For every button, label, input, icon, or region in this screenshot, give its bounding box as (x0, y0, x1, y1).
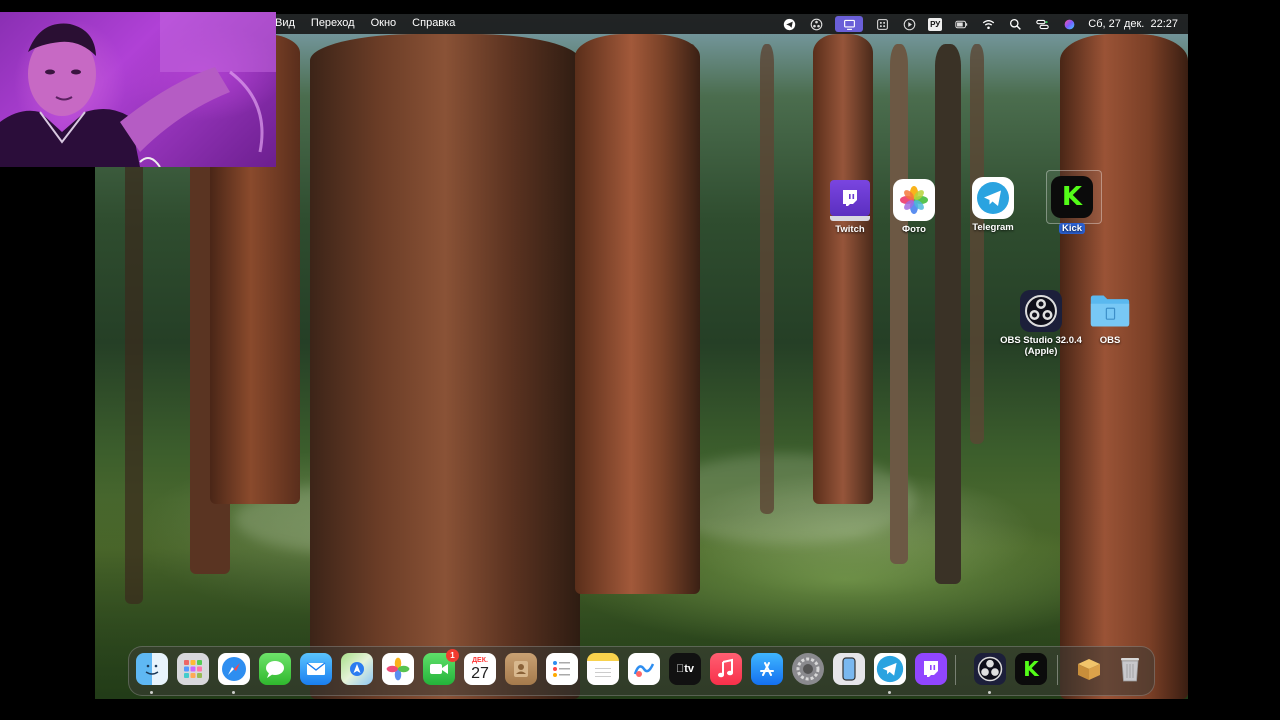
twitch-icon[interactable] (915, 653, 947, 685)
notes-icon[interactable] (587, 653, 619, 685)
desktop-icon-kick[interactable]: K Kick (1037, 176, 1107, 236)
desktop-icon-photos[interactable]: Фото (879, 179, 949, 235)
kick-icon[interactable]: K (1015, 653, 1047, 685)
battery-icon[interactable] (953, 16, 969, 32)
siri-icon[interactable] (1061, 16, 1077, 32)
menu-view[interactable]: Вид (275, 17, 295, 29)
twitch-icon (830, 180, 870, 216)
tv-icon[interactable]: tv (669, 653, 701, 685)
iphone-mirroring-icon[interactable] (833, 653, 865, 685)
freeform-icon[interactable] (628, 653, 660, 685)
dock: 1 ДЕК. 27 tv (128, 646, 1155, 696)
telegram-icon[interactable] (874, 653, 906, 685)
desktop-icon-twitch[interactable]: Twitch (815, 180, 885, 235)
desktop-icon-label: Kick (1058, 223, 1086, 234)
status-area: РУ Сб, 27 дек. 22:27 (781, 16, 1178, 32)
streamer-camera-image (0, 12, 276, 167)
desktop-icon-telegram[interactable]: Telegram (958, 177, 1028, 233)
finder-icon[interactable] (136, 653, 168, 685)
tv-label: tv (676, 663, 694, 675)
menu-go[interactable]: Переход (311, 17, 355, 29)
reminders-icon[interactable] (546, 653, 578, 685)
archive-utility-icon[interactable] (1073, 653, 1105, 685)
system-settings-icon[interactable] (792, 653, 824, 685)
input-language-badge[interactable]: РУ (928, 17, 943, 31)
telegram-icon (972, 177, 1014, 219)
photos-icon (893, 179, 935, 221)
desktop-icon-label: Telegram (972, 222, 1014, 233)
clock-datetime[interactable]: Сб, 27 дек. 22:27 (1088, 18, 1178, 30)
calendar-day: 27 (471, 664, 489, 682)
kick-icon: K (1051, 176, 1093, 218)
desktop-icon-label: OBS (1099, 335, 1121, 346)
app-store-icon[interactable] (751, 653, 783, 685)
obs-icon (1020, 290, 1062, 332)
spotlight-search-icon[interactable] (1007, 16, 1023, 32)
facetime-notification-badge: 1 (446, 649, 459, 662)
screen-mirroring-icon[interactable] (835, 16, 864, 32)
menu-window[interactable]: Окно (371, 17, 397, 29)
desktop-icon-obs-studio[interactable]: OBS Studio 32.0.4 (Apple) (1000, 290, 1082, 357)
calendar-icon[interactable]: ДЕК. 27 (464, 653, 496, 685)
obs-status-icon[interactable] (808, 16, 824, 32)
webcam-overlay (0, 12, 276, 167)
mail-icon[interactable] (300, 653, 332, 685)
keyboard-viewer-icon[interactable] (874, 16, 890, 32)
facetime-icon[interactable]: 1 (423, 649, 459, 685)
menu-help[interactable]: Справка (412, 17, 455, 29)
desktop-icon-label: Фото (901, 224, 926, 235)
photos-icon[interactable] (382, 653, 414, 685)
maps-icon[interactable] (341, 653, 373, 685)
folder-icon (1089, 290, 1131, 332)
launchpad-icon[interactable] (177, 653, 209, 685)
calendar-month: ДЕК. (472, 656, 488, 664)
now-playing-icon[interactable] (901, 16, 917, 32)
desktop-icon-label: OBS Studio 32.0.4 (Apple) (1000, 335, 1082, 357)
wifi-icon[interactable] (980, 16, 996, 32)
music-icon[interactable] (710, 653, 742, 685)
obs-icon[interactable] (974, 653, 1006, 685)
desktop-icon-obs-folder[interactable]: OBS (1075, 290, 1145, 346)
messages-icon[interactable] (259, 653, 291, 685)
telegram-status-icon[interactable] (781, 16, 797, 32)
trash-icon[interactable] (1114, 653, 1146, 685)
safari-icon[interactable] (218, 653, 250, 685)
desktop-icon-label: Twitch (835, 224, 865, 235)
contacts-icon[interactable] (505, 653, 537, 685)
control-center-icon[interactable] (1034, 16, 1050, 32)
